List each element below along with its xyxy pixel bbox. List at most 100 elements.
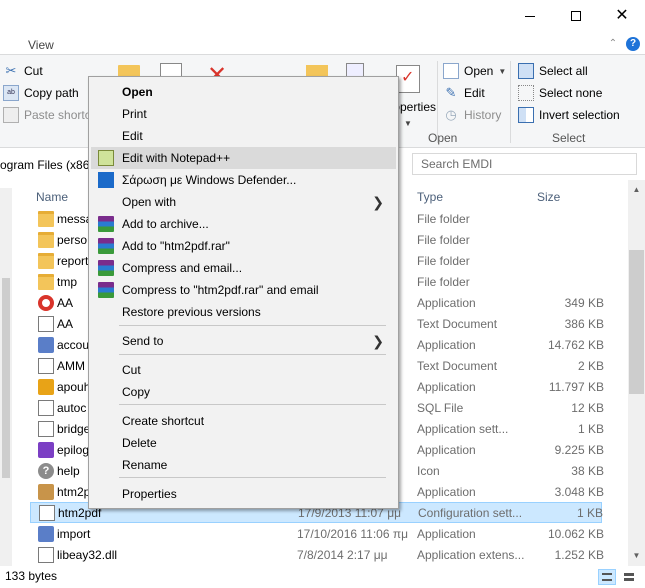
copy-path-icon: ab — [3, 85, 19, 101]
config-file-icon — [39, 504, 55, 521]
notepad-plus-plus-icon — [98, 150, 114, 166]
context-menu-item[interactable]: Open with ❯ — [91, 191, 396, 213]
context-menu-item[interactable]: Properties — [91, 483, 396, 505]
history-button[interactable]: ◷ History — [443, 105, 501, 125]
box-app-icon — [38, 483, 54, 500]
select-none-button[interactable]: Select none — [518, 83, 602, 103]
gold-app-icon — [38, 378, 54, 395]
file-size: 11.797 KB — [548, 379, 604, 394]
maximize-icon — [571, 11, 581, 21]
collapse-ribbon-chevron-icon[interactable]: ⌃ — [606, 37, 620, 51]
edit-button[interactable]: ✎ Edit — [443, 83, 485, 103]
file-size: 1.252 KB — [554, 547, 604, 562]
search-input[interactable]: Search EMDI — [412, 153, 637, 175]
file-size: 9.225 KB — [554, 442, 604, 457]
paste-shortcut-button[interactable]: Paste shortcut — [3, 105, 101, 125]
navigation-pane-scrollbar[interactable] — [0, 188, 12, 566]
context-menu-item[interactable]: Create shortcut — [91, 410, 396, 432]
properties-dropdown-icon[interactable]: ▼ — [404, 113, 412, 133]
status-bar: 133 bytes — [0, 566, 645, 588]
windows-defender-icon — [98, 172, 114, 188]
close-button[interactable]: ✕ — [599, 0, 645, 32]
file-name: autoc — [57, 400, 87, 415]
navigation-pane-scroll-thumb[interactable] — [2, 278, 10, 478]
minimize-button[interactable] — [507, 0, 553, 32]
file-row[interactable]: import 17/10/2016 11:06 πμ Application 10.0… — [30, 523, 604, 544]
context-menu-item[interactable]: Edit — [91, 125, 396, 147]
context-menu-item-label: Add to "htm2pdf.rar" — [122, 239, 230, 253]
minimize-icon — [525, 15, 535, 17]
context-menu-item-label: Compress to "htm2pdf.rar" and email — [122, 283, 319, 297]
submenu-arrow-icon: ❯ — [372, 333, 384, 349]
select-none-icon — [518, 85, 534, 101]
context-menu-item[interactable]: Rename — [91, 454, 396, 476]
invert-selection-icon — [518, 107, 534, 123]
context-menu-item-label: Send to — [122, 334, 164, 348]
file-name: perso — [57, 232, 88, 247]
file-size: 10.062 KB — [547, 526, 604, 541]
context-menu-item[interactable]: Compress to "htm2pdf.rar" and email — [91, 279, 396, 301]
file-row[interactable]: libeay32.dll 7/8/2014 2:17 μμ Application … — [30, 544, 604, 565]
file-name: import — [57, 526, 91, 541]
file-name: AMM — [57, 358, 85, 373]
context-menu: Open Print Edit Edit with Notepad++ Σάρωση μ… — [88, 76, 399, 509]
submenu-arrow-icon: ❯ — [372, 194, 384, 210]
context-menu-separator — [119, 404, 386, 405]
winrar-icon — [98, 238, 114, 254]
context-menu-item[interactable]: Restore previous versions — [91, 301, 396, 323]
context-menu-item[interactable]: Σάρωση με Windows Defender... — [91, 169, 396, 191]
context-menu-item[interactable]: Open — [91, 81, 396, 103]
context-menu-item[interactable]: Add to "htm2pdf.rar" — [91, 235, 396, 257]
open-group-label: Open — [428, 131, 458, 145]
title-bar: ✕ — [0, 0, 645, 32]
open-button[interactable]: Open ▼ — [443, 61, 506, 81]
properties-label[interactable]: Properties — [396, 97, 436, 117]
file-type: Application — [417, 526, 476, 541]
context-menu-item[interactable]: Compress and email... — [91, 257, 396, 279]
details-view-icon — [602, 573, 612, 581]
details-view-button[interactable] — [598, 569, 616, 585]
file-date: 17/10/2016 11:06 πμ — [297, 526, 409, 541]
file-name: report — [57, 253, 89, 268]
context-menu-item[interactable]: Add to archive... — [91, 213, 396, 235]
invert-selection-button[interactable]: Invert selection — [518, 105, 620, 125]
context-menu-item-label: Open — [122, 85, 153, 99]
file-type: File folder — [417, 274, 470, 289]
scroll-thumb[interactable] — [629, 250, 644, 394]
open-dropdown-icon: ▼ — [498, 66, 507, 76]
context-menu-item[interactable]: Send to ❯ — [91, 330, 396, 352]
vertical-scrollbar[interactable]: ▲ ▼ — [628, 180, 645, 566]
select-all-button[interactable]: Select all — [518, 61, 588, 81]
cut-button[interactable]: ✂ Cut — [3, 61, 43, 81]
file-type: Icon — [417, 463, 440, 478]
context-menu-item[interactable]: Copy — [91, 381, 396, 403]
file-type: Configuration sett... — [418, 505, 523, 520]
scroll-up-arrow-icon[interactable]: ▲ — [628, 182, 645, 198]
context-menu-item[interactable]: Cut — [91, 359, 396, 381]
status-item-size: 133 bytes — [5, 569, 58, 583]
application-icon — [38, 525, 54, 542]
context-menu-item-label: Edit with Notepad++ — [122, 151, 231, 165]
context-menu-item[interactable]: Print — [91, 103, 396, 125]
help-icon[interactable]: ? — [626, 37, 640, 51]
history-label: History — [464, 108, 502, 122]
breadcrumb[interactable]: ogram Files (x86) — [0, 156, 93, 174]
file-name: htm2p — [57, 484, 91, 499]
file-type: Text Document — [417, 358, 498, 373]
paste-shortcut-icon — [3, 107, 19, 123]
context-menu-item[interactable]: Delete — [91, 432, 396, 454]
select-group-label: Select — [552, 131, 586, 145]
maximize-button[interactable] — [553, 0, 599, 32]
scroll-down-arrow-icon[interactable]: ▼ — [628, 548, 645, 564]
context-menu-separator — [119, 325, 386, 326]
copy-path-button[interactable]: ab Copy path — [3, 83, 79, 103]
file-name: AA — [57, 316, 74, 331]
large-icons-view-button[interactable] — [620, 569, 638, 585]
context-menu-item-label: Rename — [122, 458, 168, 472]
file-type: File folder — [417, 253, 470, 268]
properties-icon[interactable]: ✓ — [396, 65, 420, 93]
tab-view[interactable]: View — [28, 38, 54, 52]
file-type: Application — [417, 379, 476, 394]
context-menu-item-label: Delete — [122, 436, 157, 450]
context-menu-item[interactable]: Edit with Notepad++ — [91, 147, 396, 169]
